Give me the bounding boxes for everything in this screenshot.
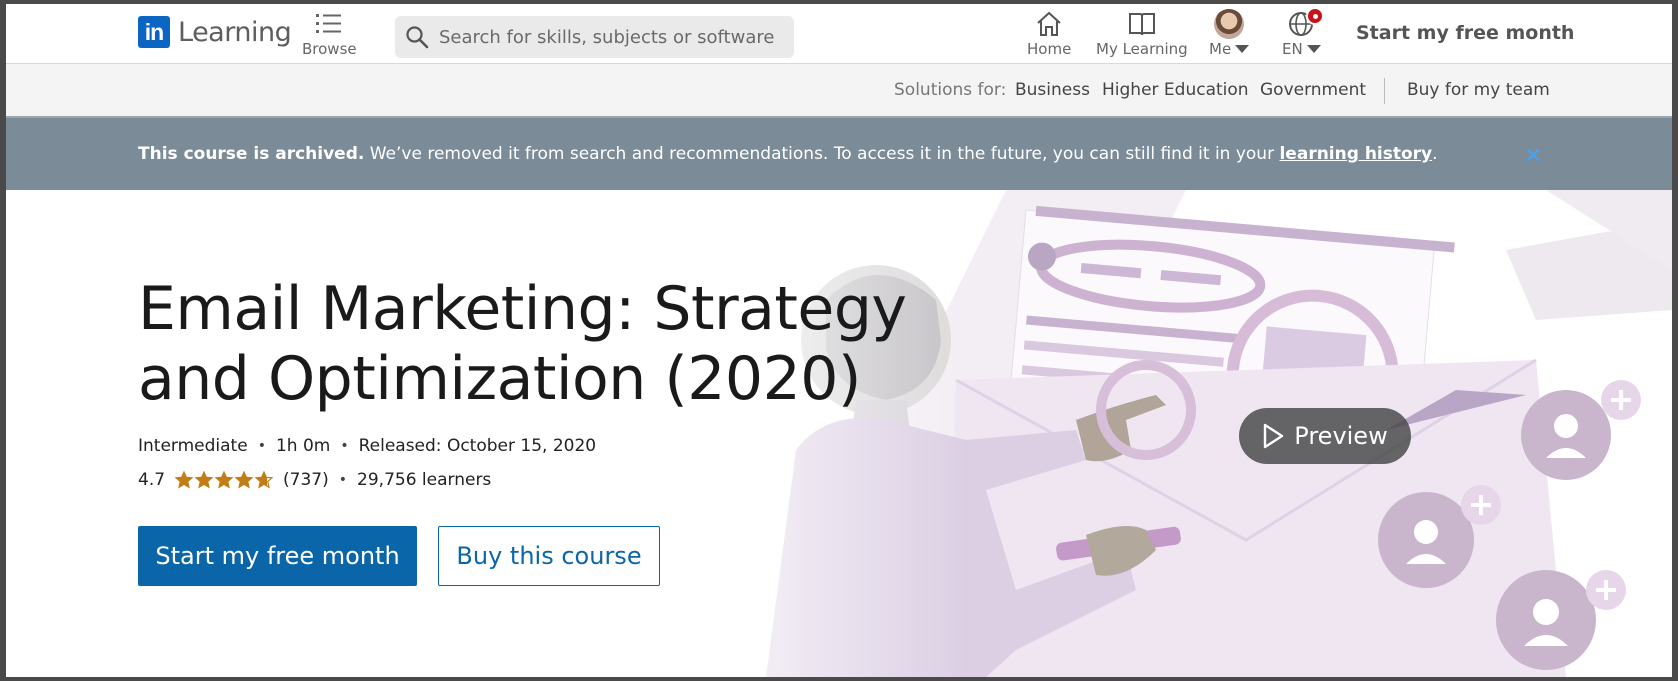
top-navigation: in Learning Browse Search for skills, su…: [6, 4, 1672, 64]
course-level: Intermediate: [138, 436, 248, 456]
solutions-government-link[interactable]: Government: [1260, 80, 1366, 100]
buy-for-team-link[interactable]: Buy for my team: [1407, 80, 1550, 100]
linkedin-learning-logo[interactable]: in Learning: [138, 16, 292, 48]
course-duration: 1h 0m: [275, 436, 331, 456]
list-icon: [316, 10, 342, 38]
hero-illustration: [6, 190, 1672, 677]
separator: •: [257, 438, 266, 454]
solutions-higher-education-link[interactable]: Higher Education: [1102, 80, 1249, 100]
nav-me[interactable]: Me: [1209, 9, 1250, 58]
solutions-label: Solutions for:: [894, 80, 1007, 100]
divider: [1384, 78, 1385, 104]
avatar: [1214, 9, 1245, 39]
separator: •: [338, 472, 348, 488]
close-icon[interactable]: ✕: [1524, 144, 1542, 169]
browse-label: Browse: [302, 40, 357, 58]
banner-end: .: [1432, 144, 1438, 164]
rating-stars: [175, 471, 274, 489]
learning-history-link[interactable]: learning history: [1279, 144, 1432, 164]
my-learning-label: My Learning: [1096, 40, 1188, 58]
archived-banner: This course is archived. We’ve removed i…: [6, 118, 1672, 190]
search-input[interactable]: [439, 26, 779, 48]
star-icon: [175, 471, 194, 489]
logo-mark: in: [138, 16, 170, 48]
star-icon: [255, 471, 274, 489]
preview-label: Preview: [1294, 422, 1388, 450]
course-rating-row: 4.7 (737) • 29,756 learners: [138, 470, 491, 490]
play-icon: [1264, 423, 1284, 449]
preview-button[interactable]: Preview: [1239, 408, 1411, 464]
search-icon: [406, 26, 429, 49]
browse-button[interactable]: Browse: [302, 10, 357, 58]
separator: •: [340, 438, 349, 454]
book-icon: [1128, 10, 1156, 38]
review-count[interactable]: (737): [283, 470, 329, 490]
buy-course-button[interactable]: Buy this course: [438, 526, 660, 586]
start-free-month-link[interactable]: Start my free month: [1356, 22, 1574, 44]
notification-badge: [1306, 7, 1325, 25]
star-icon: [235, 471, 254, 489]
course-meta: Intermediate • 1h 0m • Released: October…: [138, 436, 596, 456]
search-bar[interactable]: [395, 16, 794, 58]
chevron-down-icon: [1306, 45, 1321, 53]
logo-text: Learning: [178, 16, 292, 48]
me-label: Me: [1209, 40, 1232, 58]
rating-value: 4.7: [138, 470, 166, 490]
star-icon: [195, 471, 214, 489]
home-icon: [1035, 10, 1063, 38]
solutions-bar: Solutions for: Business Higher Education…: [6, 64, 1672, 118]
course-hero: Email Marketing: Strategy and Optimizati…: [6, 190, 1672, 677]
learner-count: 29,756 learners: [357, 470, 492, 490]
home-label: Home: [1027, 40, 1072, 58]
chevron-down-icon: [1235, 45, 1250, 53]
banner-bold: This course is archived.: [138, 144, 365, 164]
nav-my-learning[interactable]: My Learning: [1096, 10, 1188, 58]
course-release-date: Released: October 15, 2020: [358, 436, 597, 456]
language-label: EN: [1282, 40, 1303, 58]
solutions-business-link[interactable]: Business: [1015, 80, 1090, 100]
star-icon: [215, 471, 234, 489]
course-title: Email Marketing: Strategy and Optimizati…: [138, 274, 907, 414]
browser-frame: in Learning Browse Search for skills, su…: [6, 4, 1672, 677]
start-free-month-button[interactable]: Start my free month: [138, 526, 417, 586]
banner-text: We’ve removed it from search and recomme…: [364, 144, 1280, 164]
nav-home[interactable]: Home: [1027, 10, 1071, 58]
nav-language[interactable]: EN: [1282, 7, 1325, 58]
banner-message: This course is archived. We’ve removed i…: [138, 144, 1438, 164]
